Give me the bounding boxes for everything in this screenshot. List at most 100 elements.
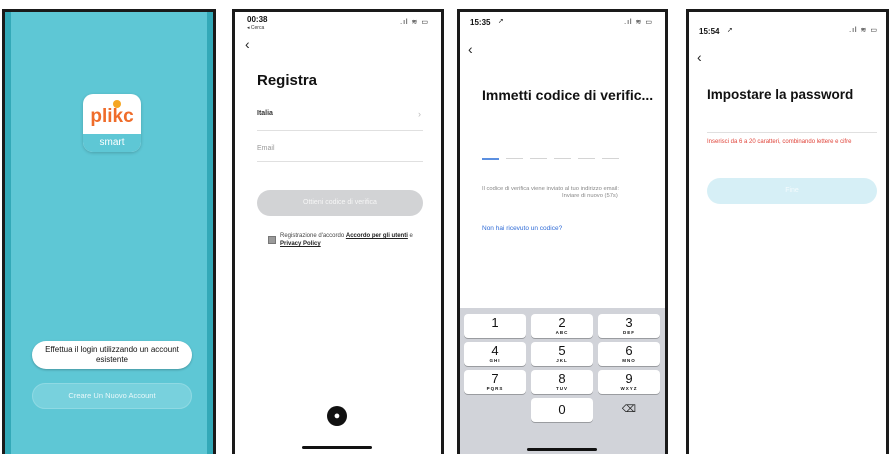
battery-icon: ▭ (645, 19, 653, 26)
login-existing-account-label: Effettua il login utilizzando un account… (45, 345, 179, 364)
keypad-digit: 4 (491, 343, 499, 358)
done-button[interactable]: Fine (707, 178, 877, 204)
keypad-letters: ABC (555, 330, 569, 335)
keypad-key-9[interactable]: 9 WXYZ (598, 370, 660, 394)
back-to-search-link[interactable]: ◂ Cerca (247, 25, 264, 31)
battery-icon: ▭ (421, 19, 429, 26)
back-chevron-icon[interactable]: ‹ (245, 37, 250, 51)
done-label: Fine (785, 187, 799, 194)
keypad-digit: 5 (558, 343, 566, 358)
wifi-icon: ≋ (411, 19, 419, 26)
keypad-key-8[interactable]: 8 TUV (531, 370, 593, 394)
teal-panel-left (5, 12, 11, 454)
keypad-key-5[interactable]: 5 JKL (531, 342, 593, 366)
email-field[interactable]: Email (257, 145, 423, 157)
divider (257, 161, 423, 162)
signal-icon: .ıl (624, 19, 633, 26)
location-arrow-icon: ➚ (727, 27, 733, 34)
logo-subtitle: smart (83, 134, 141, 152)
backspace-icon[interactable]: ⌫ (598, 398, 660, 422)
signal-icon: .ıl (400, 19, 409, 26)
create-account-label: Creare Un Nuovo Account (68, 391, 156, 400)
page-title: Registra (257, 72, 318, 89)
battery-icon: ▭ (870, 27, 878, 34)
password-underline (707, 132, 877, 133)
country-label: Italia (257, 110, 273, 117)
keypad-key-0[interactable]: 0 (531, 398, 593, 422)
agreement-checkbox[interactable] (268, 236, 276, 244)
login-existing-account-button[interactable]: Effettua il login utilizzando un account… (32, 341, 192, 369)
privacy-policy-link[interactable]: Privacy Policy (280, 241, 321, 247)
teal-panel-right (207, 12, 213, 454)
status-icons: .ıl ≋ ▭ (849, 26, 878, 34)
status-time: 00:38 (247, 15, 268, 24)
keypad-letters: JKL (556, 358, 568, 363)
code-input[interactable] (482, 156, 622, 162)
chevron-right-icon: › (418, 109, 421, 119)
back-chevron-icon[interactable]: ‹ (697, 50, 702, 64)
keypad-key-2[interactable]: 2 ABC (531, 314, 593, 338)
keypad-letters: GHI (489, 358, 501, 363)
back-chevron-icon[interactable]: ‹ (468, 42, 473, 56)
agreement-prefix: Registrazione d'accordo (280, 233, 346, 239)
create-account-button[interactable]: Creare Un Nuovo Account (32, 383, 192, 409)
phone-screen-verification: 15:35 ➚ .ıl ≋ ▭ ‹ Immetti codice di veri… (457, 9, 668, 454)
page-title: Impostare la password (707, 87, 854, 102)
keypad-digit: 8 (558, 371, 566, 386)
keypad-digit: 6 (625, 343, 633, 358)
password-field[interactable] (707, 118, 877, 132)
phone-screen-set-password: 15:54 ➚ .ıl ≋ ▭ ‹ Impostare la password … (686, 9, 889, 454)
keypad-digit: 7 (491, 371, 499, 386)
keypad-digit: 9 (625, 371, 633, 386)
status-time: 15:35 (470, 18, 491, 27)
keypad-digit: 1 (491, 315, 499, 330)
keypad-key-3[interactable]: 3 DEF (598, 314, 660, 338)
code-digit-slot (482, 158, 499, 160)
apple-login-button[interactable]: ● (327, 406, 347, 426)
keypad-letters: WXYZ (620, 386, 638, 391)
numeric-keypad: 1 2 ABC 3 DEF 4 GHI 5 JKL 6 MNO 7 PQRS 8 TUV 9W… (460, 308, 665, 454)
keypad-digit: 2 (558, 315, 566, 330)
location-arrow-icon: ➚ (498, 18, 504, 25)
get-code-button[interactable]: Ottieni codice di verifica (257, 190, 423, 216)
home-indicator (302, 446, 372, 449)
keypad-digit: 0 (558, 402, 566, 417)
keypad-letters: MNO (622, 358, 636, 363)
app-logo: plikc smart (83, 94, 141, 152)
keypad-letters: PQRS (486, 386, 504, 391)
agreement-text: Registrazione d'accordo Accordo per gli … (280, 232, 420, 248)
status-icons: .ıl ≋ ▭ (400, 18, 429, 26)
status-icons: .ıl ≋ ▭ (624, 18, 653, 26)
keypad-key-6[interactable]: 6 MNO (598, 342, 660, 366)
terms-link[interactable]: Accordo per gli utenti (346, 233, 408, 239)
apple-icon: ● (333, 410, 341, 422)
code-digit-slot (554, 158, 571, 159)
keypad-letters: TUV (556, 386, 568, 391)
password-hint: Inserisci da 6 a 20 caratteri, combinand… (707, 139, 852, 145)
get-code-label: Ottieni codice di verifica (303, 199, 377, 206)
code-digit-slot (602, 158, 619, 159)
agreement-and: e (407, 233, 413, 239)
email-placeholder: Email (257, 145, 275, 152)
phone-screen-register: 00:38 ◂ Cerca .ıl ≋ ▭ ‹ Registra Italia … (232, 9, 444, 454)
code-digit-slot (530, 158, 547, 159)
verification-info: Il codice di verifica viene inviato al t… (482, 186, 647, 199)
wifi-icon: ≋ (860, 27, 868, 34)
phone-screen-welcome: plikc smart Effettua il login utilizzand… (2, 9, 216, 454)
keypad-key-7[interactable]: 7 PQRS (464, 370, 526, 394)
status-time: 15:54 (699, 27, 720, 36)
resend-countdown[interactable]: Inviare di nuovo (57s) (562, 193, 618, 200)
wifi-icon: ≋ (635, 19, 643, 26)
page-title: Immetti codice di verific... (482, 87, 654, 103)
logo-wordmark: plikc (90, 106, 134, 127)
keypad-key-4[interactable]: 4 GHI (464, 342, 526, 366)
keypad-key-1[interactable]: 1 (464, 314, 526, 338)
code-not-received-link[interactable]: Non hai ricevuto un codice? (482, 225, 562, 232)
keypad-letters: DEF (623, 330, 635, 335)
country-selector[interactable]: Italia › (257, 109, 423, 124)
keypad-digit: 3 (625, 315, 633, 330)
code-digit-slot (506, 158, 523, 159)
signal-icon: .ıl (849, 27, 858, 34)
verification-info-text: Il codice di verifica viene inviato al t… (482, 186, 619, 192)
home-indicator (527, 448, 597, 451)
